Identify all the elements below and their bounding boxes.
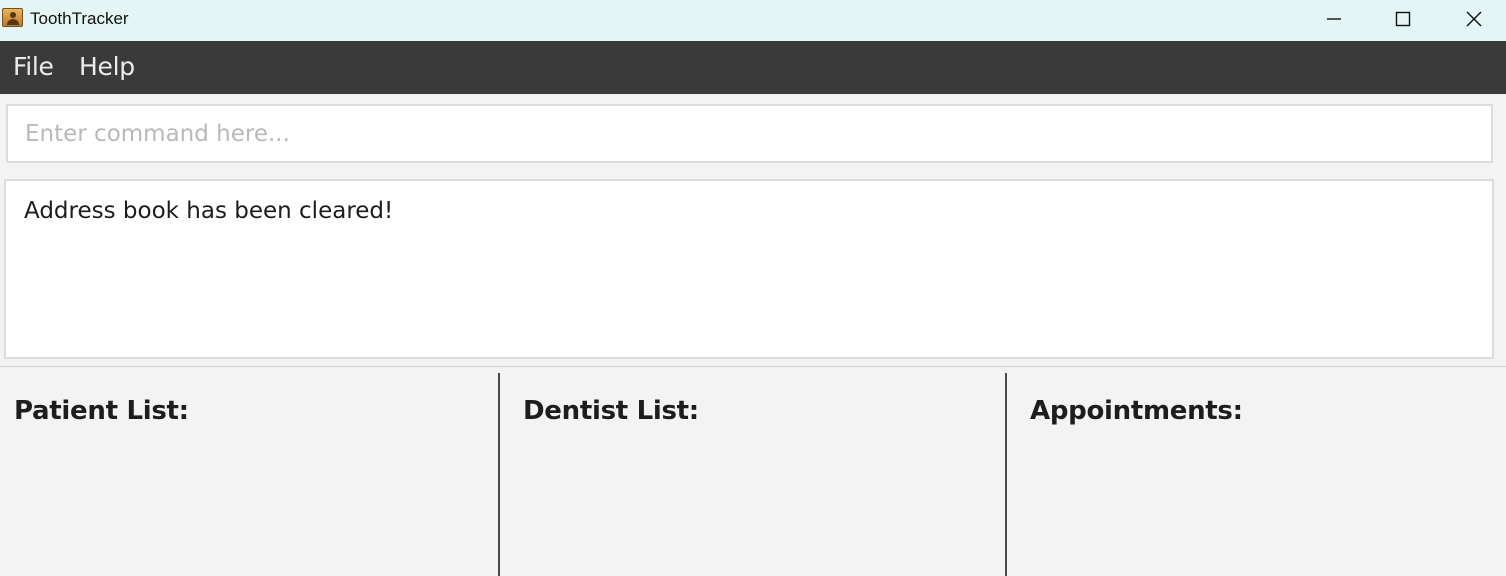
title-bar[interactable]: ToothTracker (0, 0, 1506, 41)
command-input[interactable] (8, 106, 1491, 161)
address-book-icon (2, 8, 23, 27)
maximize-icon (1395, 11, 1411, 27)
minimize-button[interactable] (1300, 0, 1368, 38)
appointments-title: Appointments: (1030, 396, 1243, 426)
patient-list-title: Patient List: (14, 396, 189, 426)
close-icon (1466, 11, 1482, 27)
result-message: Address book has been cleared! (24, 198, 394, 224)
patient-list-panel[interactable]: Patient List: (0, 367, 498, 576)
menu-file[interactable]: File (13, 51, 54, 83)
close-button[interactable] (1440, 0, 1506, 38)
minimize-icon (1327, 18, 1341, 20)
dentist-list-panel[interactable]: Dentist List: (500, 367, 1005, 576)
appointments-panel[interactable]: Appointments: (1007, 367, 1506, 576)
command-box (6, 104, 1493, 163)
maximize-button[interactable] (1369, 0, 1437, 38)
result-display[interactable]: Address book has been cleared! (4, 179, 1494, 359)
menu-help[interactable]: Help (79, 51, 135, 83)
menu-bar: File Help (0, 41, 1506, 94)
dentist-list-title: Dentist List: (523, 396, 699, 426)
window-title: ToothTracker (30, 9, 129, 28)
